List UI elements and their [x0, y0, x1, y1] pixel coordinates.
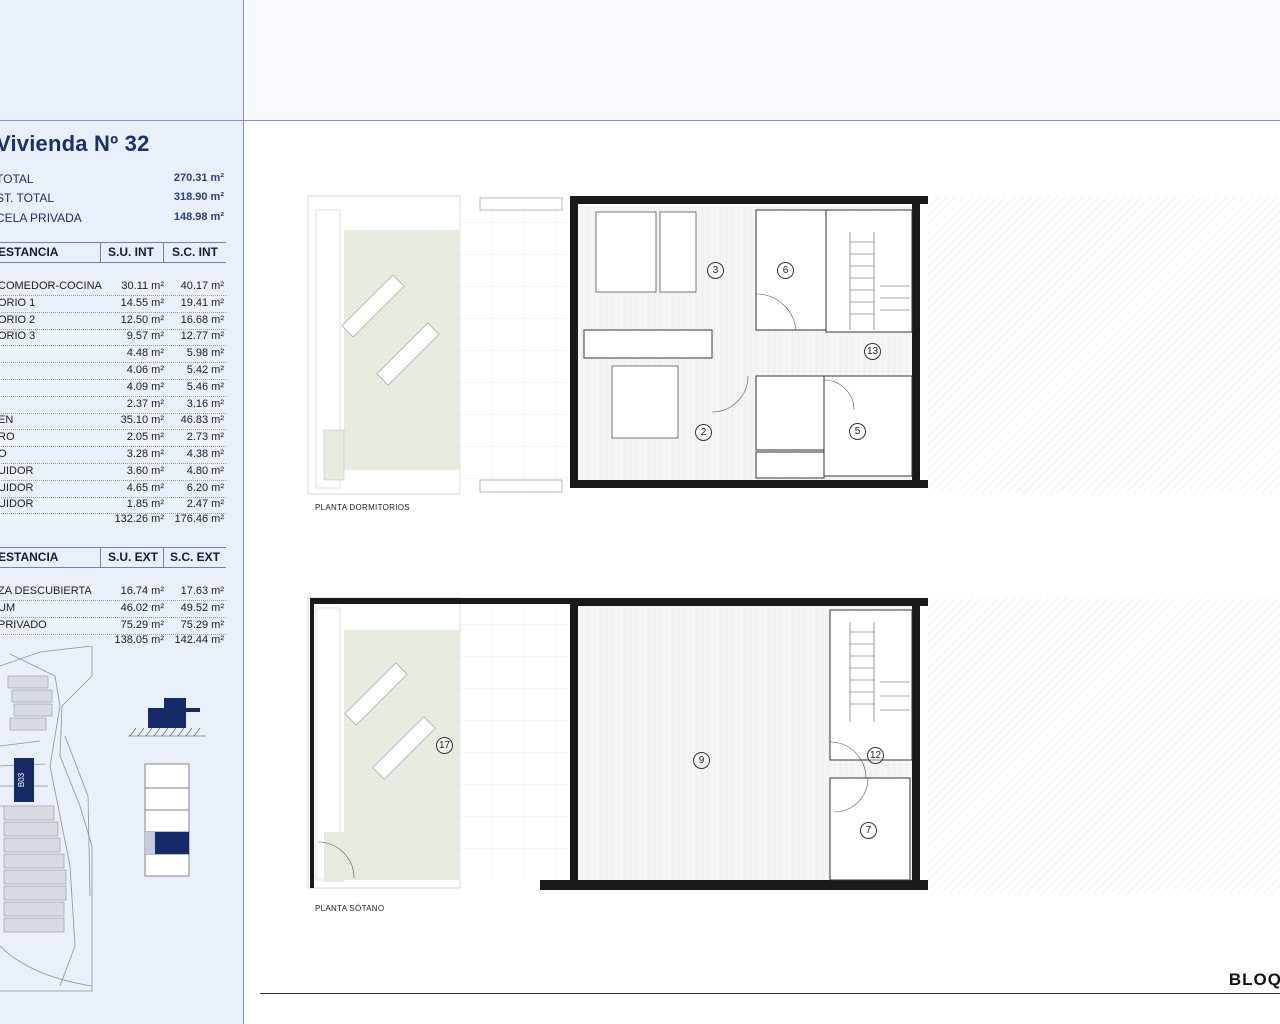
table-cell: 40.17 m² — [180, 280, 224, 292]
table-cell: 4.09 m² — [126, 380, 164, 393]
room-tag: 3 — [707, 262, 724, 279]
table-cell: 2.37 m² — [126, 397, 164, 410]
table-cell: 6.20 m² — [186, 481, 224, 494]
footer-rule — [260, 993, 1280, 994]
table-cell: UIDOR — [0, 498, 34, 511]
table-row: 4.48 m² 5.98 m² — [0, 345, 226, 364]
table-cell: 1.85 m² — [126, 498, 164, 511]
table-cell: 75.29 m² — [180, 618, 224, 631]
table-cell: 3.28 m² — [126, 448, 164, 460]
col-su-ext: S.U. EXT — [108, 550, 159, 564]
sidebar-header-area — [0, 0, 243, 121]
table-row: ZA DESCUBIERTA 16.74 m² 17.63 m² — [0, 583, 226, 601]
table-cell: 4.06 m² — [126, 364, 164, 376]
table-cell: 14.55 m² — [120, 296, 164, 309]
table-cell: ORIO 3 — [0, 330, 36, 343]
table-cell: 30.11 m² — [121, 280, 164, 292]
table-row: UIDOR 3.60 m² 4.80 m² — [0, 463, 226, 481]
upper-floor-plan — [307, 195, 1280, 495]
room-tag: 6 — [777, 262, 794, 279]
table-cell: 4.80 m² — [186, 464, 224, 477]
upper-plan-label: PLANTA DORMITORIOS — [315, 503, 410, 512]
table-cell: 2.47 m² — [186, 498, 224, 511]
table-cell: 4.48 m² — [126, 347, 164, 360]
page-header-area — [244, 0, 1280, 121]
interior-total-row: 132.26 m² 176.46 m² — [114, 513, 224, 525]
table-row: ORIO 1 14.55 m² 19.41 m² — [0, 295, 226, 313]
table-row: EN 35.10 m² 46.83 m² — [0, 412, 226, 431]
table-row: RO 2.05 m² 2.73 m² — [0, 429, 226, 448]
site-block-label: B03 — [17, 772, 26, 787]
table-cell: 5.46 m² — [186, 380, 224, 393]
table-row: O 3.28 m² 4.38 m² — [0, 446, 226, 464]
table-row: 4.09 m² 5.46 m² — [0, 379, 226, 397]
col-sc-int: S.C. INT — [172, 245, 219, 259]
room-tag: 2 — [695, 424, 712, 441]
unit-key-grid — [144, 763, 190, 877]
table-cell: EN — [0, 414, 14, 427]
table-cell: 19.41 m² — [180, 296, 224, 309]
table-row: 4.06 m² 5.42 m² — [0, 362, 226, 380]
table-cell: O — [0, 448, 7, 460]
table-row: 2.37 m² 3.16 m² — [0, 396, 226, 414]
room-tag: 5 — [849, 423, 866, 440]
table-row: UM 46.02 m² 49.52 m² — [0, 600, 226, 618]
table-cell: 75.29 m² — [120, 618, 164, 631]
unit-title: Vivienda Nº 32 — [0, 131, 150, 156]
table-cell: PRIVADO — [0, 618, 47, 631]
table-row: PRIVADO 75.29 m² 75.29 m² — [0, 617, 226, 635]
table-cell: 5.98 m² — [186, 347, 224, 360]
table-row: ORIO 2 12.50 m² 16.68 m² — [0, 312, 226, 330]
room-tag: 13 — [864, 343, 881, 360]
room-tag: 17 — [436, 737, 453, 754]
lower-plan-label: PLANTA SÓTANO — [315, 904, 385, 913]
table-row: UIDOR 4.65 m² 6.20 m² — [0, 480, 226, 498]
table-cell: 3.16 m² — [186, 397, 224, 410]
table-cell: 16.68 m² — [180, 313, 224, 326]
summary-row: CELA PRIVADA 148.98 m² — [0, 211, 224, 225]
table-cell: UIDOR — [0, 464, 34, 477]
section-icon — [128, 698, 206, 737]
table-cell: 4.38 m² — [186, 448, 224, 460]
site-plan-map: B03 — [0, 646, 206, 992]
table-cell: 12.50 m² — [120, 313, 164, 326]
room-tag: 12 — [867, 747, 884, 764]
table-cell: 12.77 m² — [180, 330, 224, 343]
table-cell: UM — [0, 601, 16, 614]
table-cell: 46.02 m² — [120, 601, 164, 614]
table-cell: 5.42 m² — [186, 364, 224, 376]
col-estancia: ESTANCIA — [0, 550, 59, 564]
table-cell: 4.65 m² — [126, 481, 164, 494]
info-sidebar: Vivienda Nº 32 TOTAL 270.31 m² ST. TOTAL… — [0, 0, 244, 1024]
col-su-int: S.U. INT — [108, 245, 155, 259]
table-row: COMEDOR-COCINA 30.11 m² 40.17 m² — [0, 278, 226, 296]
table-cell: 16.74 m² — [120, 585, 164, 597]
room-tag: 7 — [860, 822, 877, 839]
exterior-table-header: ESTANCIA S.U. EXT S.C. EXT — [0, 547, 226, 568]
table-cell: 9.57 m² — [126, 330, 164, 343]
table-cell: 3.60 m² — [126, 464, 164, 477]
table-cell: UIDOR — [0, 481, 34, 494]
table-cell: COMEDOR-COCINA — [0, 280, 102, 292]
table-row: ORIO 3 9.57 m² 12.77 m² — [0, 328, 226, 347]
table-cell: 46.83 m² — [180, 414, 224, 427]
col-estancia: ESTANCIA — [0, 245, 59, 259]
table-cell: 17.63 m² — [180, 585, 224, 597]
room-tag: 9 — [693, 752, 710, 769]
table-cell: RO — [0, 431, 15, 444]
table-cell: 2.05 m² — [126, 431, 164, 444]
summary-row: ST. TOTAL 318.90 m² — [0, 191, 224, 205]
block-label: BLOQ — [1228, 970, 1280, 989]
table-cell: ZA DESCUBIERTA — [0, 585, 92, 597]
table-cell: 2.73 m² — [186, 431, 224, 444]
table-cell: ORIO 2 — [0, 313, 36, 326]
summary-row: TOTAL 270.31 m² — [0, 172, 224, 186]
table-cell: 35.10 m² — [120, 414, 164, 427]
col-sc-ext: S.C. EXT — [170, 550, 221, 564]
table-cell: 49.52 m² — [180, 601, 224, 614]
table-cell: ORIO 1 — [0, 296, 36, 309]
interior-table-header: ESTANCIA S.U. INT S.C. INT — [0, 242, 226, 263]
